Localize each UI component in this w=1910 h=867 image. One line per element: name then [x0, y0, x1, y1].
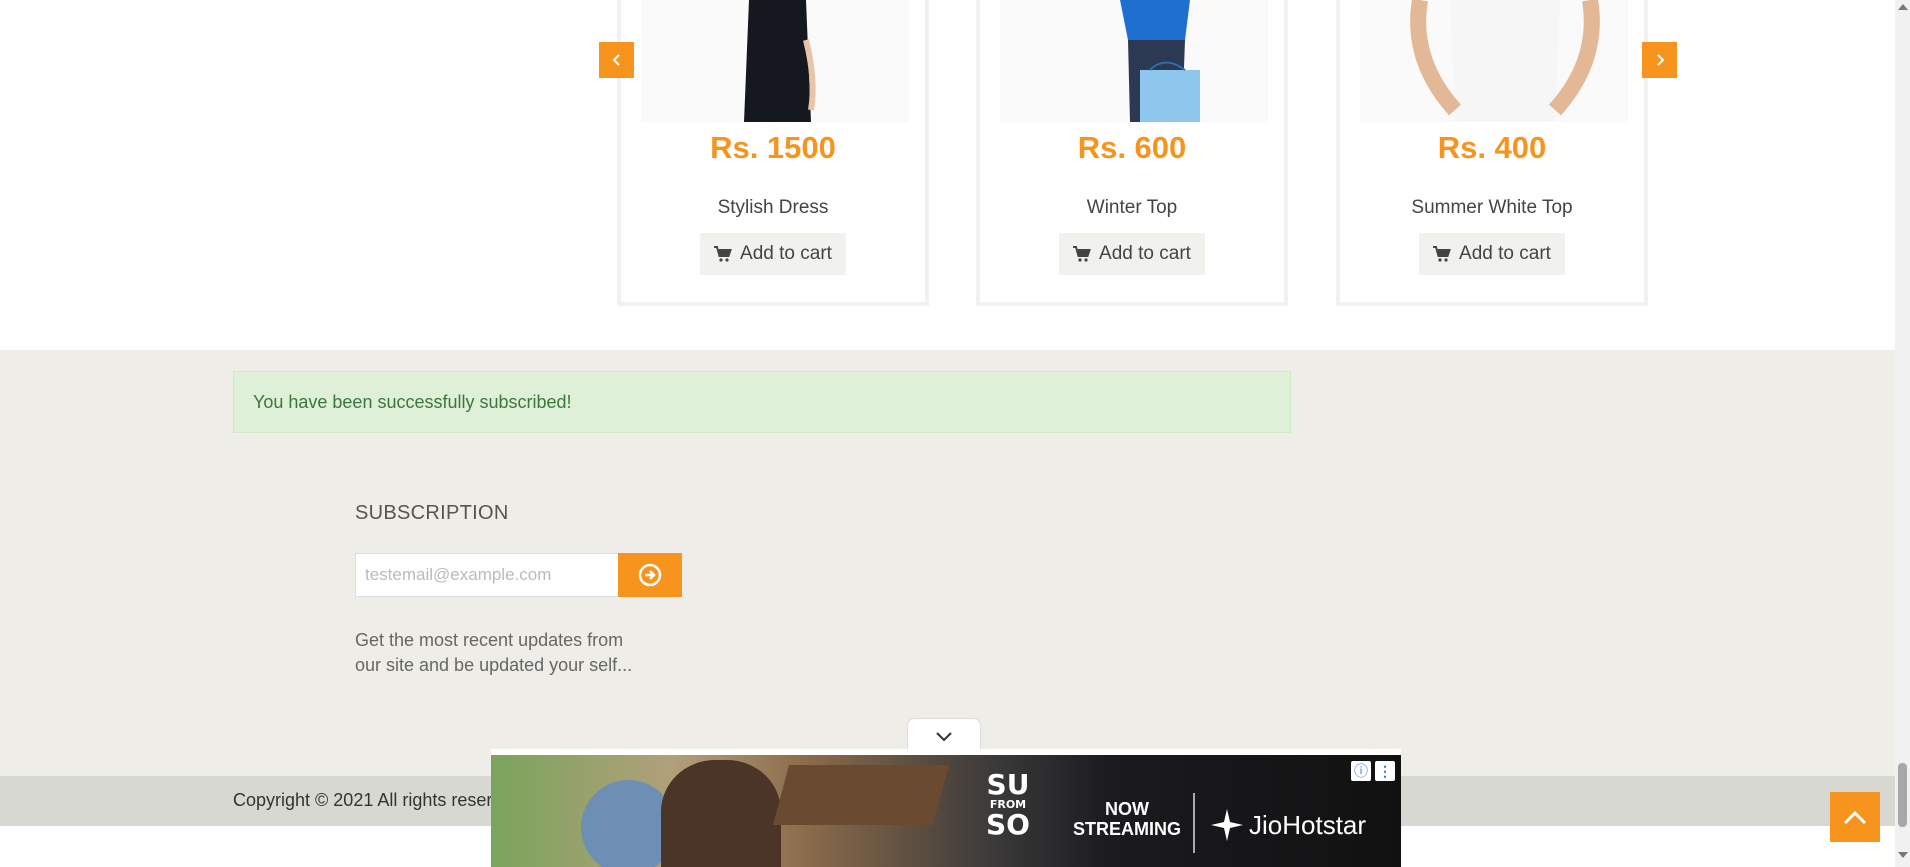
- copyright-text: Copyright © 2021 All rights reserv: [233, 790, 502, 810]
- subscription-success-alert: You have been successfully subscribed!: [233, 371, 1291, 433]
- product-name[interactable]: Winter Top: [980, 197, 1284, 219]
- product-image[interactable]: [1360, 0, 1628, 122]
- cart-icon: [1433, 246, 1451, 262]
- subscribe-button[interactable]: [618, 553, 682, 597]
- cart-icon: [1073, 246, 1091, 262]
- product-price: Rs. 400: [1437, 130, 1547, 165]
- add-to-cart-button[interactable]: Add to cart: [700, 233, 846, 275]
- add-to-cart-label: Add to cart: [1099, 243, 1191, 264]
- ad-illustration: [772, 765, 950, 825]
- scroll-down-arrow[interactable]: [1898, 852, 1908, 858]
- product-name[interactable]: Summer White Top: [1340, 197, 1644, 219]
- add-to-cart-label: Add to cart: [740, 243, 832, 264]
- product-image[interactable]: [1000, 0, 1268, 122]
- add-to-cart-button[interactable]: Add to cart: [1059, 233, 1205, 275]
- product-image[interactable]: [641, 0, 909, 122]
- add-to-cart-button[interactable]: Add to cart: [1419, 233, 1565, 275]
- add-to-cart-label: Add to cart: [1459, 243, 1551, 264]
- subscription-description: Get the most recent updates from our sit…: [355, 630, 633, 675]
- ad-brand-name: JioHotstar: [1249, 809, 1367, 840]
- product-price: Rs. 600: [1077, 130, 1187, 165]
- back-to-top-button[interactable]: [1830, 792, 1880, 842]
- ad-brand: JioHotstar: [1209, 807, 1366, 843]
- product-name[interactable]: Stylish Dress: [621, 197, 925, 219]
- page-scrollbar[interactable]: [1895, 0, 1910, 867]
- scrollbar-thumb[interactable]: [1898, 763, 1907, 827]
- subscription-title: SUBSCRIPTION: [355, 502, 509, 524]
- ad-movie-logo: SU FROM SO: [986, 768, 1030, 841]
- chevron-up-icon: [1843, 810, 1867, 825]
- chevron-right-icon: [1656, 54, 1664, 66]
- carousel-next-button[interactable]: [1642, 42, 1677, 78]
- ad-more-icon[interactable]: ⋮: [1375, 761, 1395, 781]
- ad-divider: [1193, 793, 1195, 853]
- ad-illustration: [661, 760, 781, 867]
- cart-icon: [714, 246, 732, 262]
- star-icon: [1211, 809, 1243, 841]
- ad-info-icon[interactable]: ⓘ: [1351, 761, 1371, 781]
- chevron-down-icon: [936, 731, 952, 741]
- product-card: Rs. 400 Summer White Top Add to cart: [1336, 0, 1648, 306]
- scroll-up-arrow[interactable]: [1898, 4, 1908, 10]
- chevron-left-icon: [612, 54, 620, 66]
- alert-message: You have been successfully subscribed!: [253, 391, 572, 412]
- product-card: Rs. 600 Winter Top Add to cart: [976, 0, 1288, 306]
- ad-image[interactable]: SU FROM SO NOW STREAMING JioHotstar ⓘ ⋮: [491, 755, 1401, 867]
- ad-streaming-text: NOW STREAMING: [1073, 799, 1181, 839]
- subscription-email-input[interactable]: [355, 553, 619, 597]
- circle-arrow-right-icon: [638, 563, 662, 587]
- product-carousel: Rs. 1500 Stylish Dress Add to cart Rs. 6…: [0, 0, 1895, 350]
- carousel-prev-button[interactable]: [599, 42, 634, 78]
- product-card: Rs. 1500 Stylish Dress Add to cart: [617, 0, 929, 306]
- ad-banner[interactable]: SU FROM SO NOW STREAMING JioHotstar ⓘ ⋮: [491, 749, 1401, 867]
- product-price: Rs. 1500: [710, 130, 836, 165]
